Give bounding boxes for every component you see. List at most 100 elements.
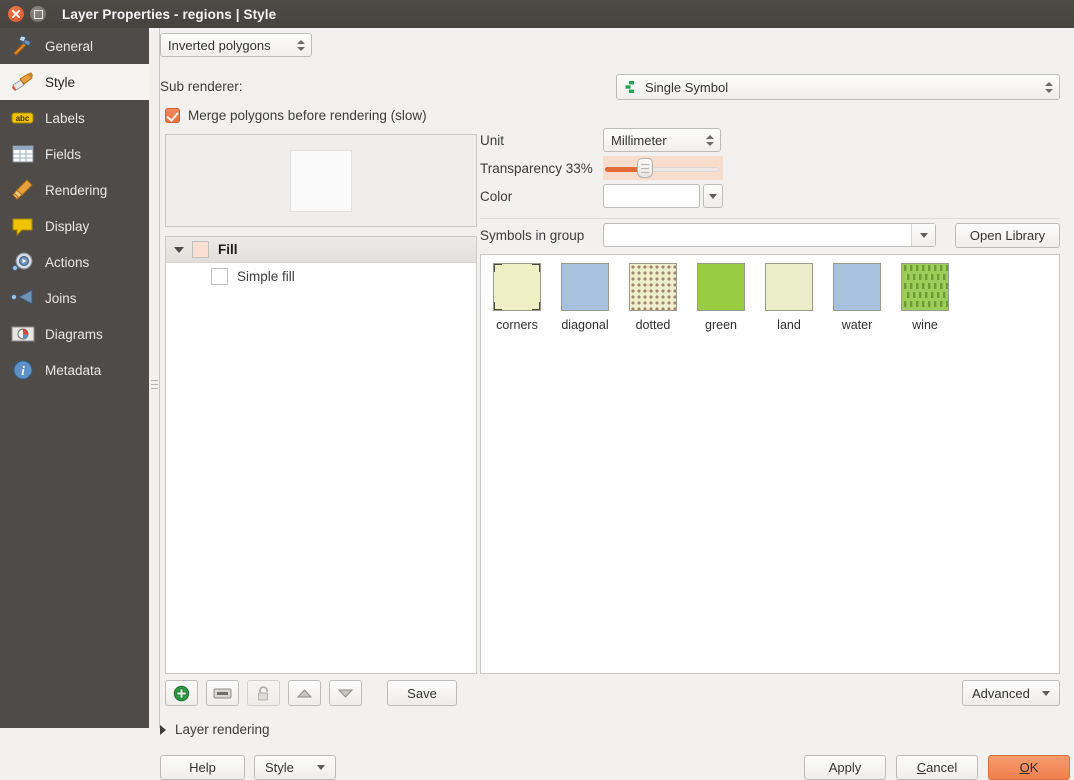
help-button[interactable]: Help <box>160 755 245 780</box>
chevron-updown-icon <box>1043 81 1055 93</box>
slider-empty-track <box>645 167 719 172</box>
sidebar-item-display[interactable]: Display <box>0 208 149 244</box>
sidebar-item-labels[interactable]: abc Labels <box>0 100 149 136</box>
renderer-type-combo[interactable]: Inverted polygons <box>160 33 312 57</box>
title-bar: Layer Properties - regions | Style <box>0 0 1074 28</box>
chevron-down-icon[interactable] <box>911 224 935 246</box>
move-up-button[interactable] <box>288 680 321 706</box>
transparency-slider[interactable] <box>603 156 723 180</box>
move-down-button[interactable] <box>329 680 362 706</box>
symbol-name: land <box>777 318 801 332</box>
sidebar-item-actions[interactable]: Actions <box>0 244 149 280</box>
chevron-right-icon[interactable] <box>160 724 166 735</box>
tree-row-simple-fill[interactable]: Simple fill <box>166 263 476 289</box>
footer-right-buttons: Apply Cancel OK <box>804 755 1070 780</box>
remove-symbol-layer-button[interactable] <box>206 680 239 706</box>
slider-handle[interactable] <box>637 158 654 178</box>
fill-color-swatch <box>192 241 209 258</box>
apply-button[interactable]: Apply <box>804 755 886 780</box>
sidebar-item-style[interactable]: Style <box>0 64 149 100</box>
color-dropdown-button[interactable] <box>703 184 723 208</box>
panel-splitter[interactable] <box>149 28 160 728</box>
broom-icon <box>10 177 36 203</box>
symbol-item[interactable]: dotted <box>623 263 683 332</box>
symbol-layer-toolbar: Save <box>165 680 457 706</box>
sidebar-item-label: Display <box>45 218 90 234</box>
symbol-item[interactable]: water <box>827 263 887 332</box>
maximize-icon[interactable] <box>30 6 46 22</box>
save-button[interactable]: Save <box>387 680 457 706</box>
tree-row-fill[interactable]: Fill <box>166 237 476 263</box>
layer-rendering-section[interactable]: Layer rendering <box>160 722 270 737</box>
symbol-item[interactable]: diagonal <box>555 263 615 332</box>
sidebar-item-general[interactable]: General <box>0 28 149 64</box>
simple-fill-color-swatch <box>211 267 228 285</box>
symbol-name: dotted <box>635 318 671 332</box>
advanced-button-label: Advanced <box>972 685 1030 701</box>
symbol-item[interactable]: corners <box>487 263 547 332</box>
transparency-row: Transparency 33% <box>480 156 920 180</box>
color-field[interactable] <box>603 184 700 208</box>
sidebar-item-metadata[interactable]: i Metadata <box>0 352 149 388</box>
symbol-item[interactable]: land <box>759 263 819 332</box>
close-icon[interactable] <box>8 6 24 22</box>
sidebar-item-label: Labels <box>45 110 85 126</box>
chevron-down-icon <box>1042 690 1050 696</box>
unit-combo[interactable]: Millimeter <box>603 128 721 152</box>
open-library-button[interactable]: Open Library <box>955 223 1060 248</box>
symbol-type-combo[interactable]: Single Symbol <box>616 74 1060 100</box>
sidebar-item-label: General <box>45 38 94 54</box>
sidebar-item-label: Diagrams <box>45 326 103 342</box>
join-arrow-icon <box>10 285 36 311</box>
symbol-swatch <box>561 263 609 311</box>
window-title: Layer Properties - regions | Style <box>62 6 277 22</box>
sidebar-item-fields[interactable]: Fields <box>0 136 149 172</box>
add-symbol-layer-button[interactable] <box>165 680 198 706</box>
merge-polygons-checkbox[interactable]: Merge polygons before rendering (slow) <box>165 108 427 123</box>
ok-button[interactable]: OK <box>988 755 1070 780</box>
sidebar-item-label: Rendering <box>45 182 108 198</box>
ok-button-label: OK <box>1019 760 1039 775</box>
symbol-item[interactable]: wine <box>895 263 955 332</box>
chevron-updown-icon <box>295 39 307 51</box>
unit-label: Unit <box>480 133 505 148</box>
symbol-swatch <box>901 263 949 311</box>
symbol-swatch <box>629 263 677 311</box>
arrow-up-icon <box>296 688 313 697</box>
sidebar-item-rendering[interactable]: Rendering <box>0 172 149 208</box>
symbol-name: wine <box>912 318 938 332</box>
symbol-type-value: Single Symbol <box>645 79 729 95</box>
sidebar-item-diagrams[interactable]: Diagrams <box>0 316 149 352</box>
lock-layer-button[interactable] <box>247 680 280 706</box>
sidebar-item-label: Actions <box>45 254 90 270</box>
save-button-label: Save <box>407 685 437 701</box>
advanced-button[interactable]: Advanced <box>962 680 1060 706</box>
symbol-name: green <box>705 318 737 332</box>
sidebar-item-label: Joins <box>45 290 77 306</box>
symbols-in-group-combo[interactable] <box>603 223 936 247</box>
tree-row-label: Fill <box>218 242 238 257</box>
symbol-name: water <box>841 318 873 332</box>
sidebar-item-joins[interactable]: Joins <box>0 280 149 316</box>
renderer-type-value: Inverted polygons <box>168 37 271 53</box>
abc-label-icon: abc <box>10 105 36 131</box>
chevron-down-icon[interactable] <box>174 246 184 253</box>
symbol-name: diagonal <box>561 318 609 332</box>
cancel-rest: ancel <box>926 760 958 775</box>
symbol-swatch <box>697 263 745 311</box>
info-icon: i <box>10 357 36 383</box>
chevron-down-icon <box>709 193 717 199</box>
symbols-list-panel[interactable]: corners diagonal dotted green land water wine <box>480 254 1060 674</box>
sidebar-item-label: Fields <box>45 146 82 162</box>
symbol-name: corners <box>496 318 538 332</box>
checkbox-checked-icon <box>165 108 180 123</box>
plus-icon <box>173 685 190 701</box>
symbol-preview-panel <box>165 134 477 227</box>
chevron-down-icon <box>317 765 325 770</box>
symbol-swatch <box>833 263 881 311</box>
symbols-list: corners diagonal dotted green land water wine <box>487 263 1053 332</box>
symbol-item[interactable]: green <box>691 263 751 332</box>
divider <box>480 218 1060 219</box>
cancel-button[interactable]: Cancel <box>896 755 978 780</box>
style-menu-button[interactable]: Style <box>254 755 336 780</box>
